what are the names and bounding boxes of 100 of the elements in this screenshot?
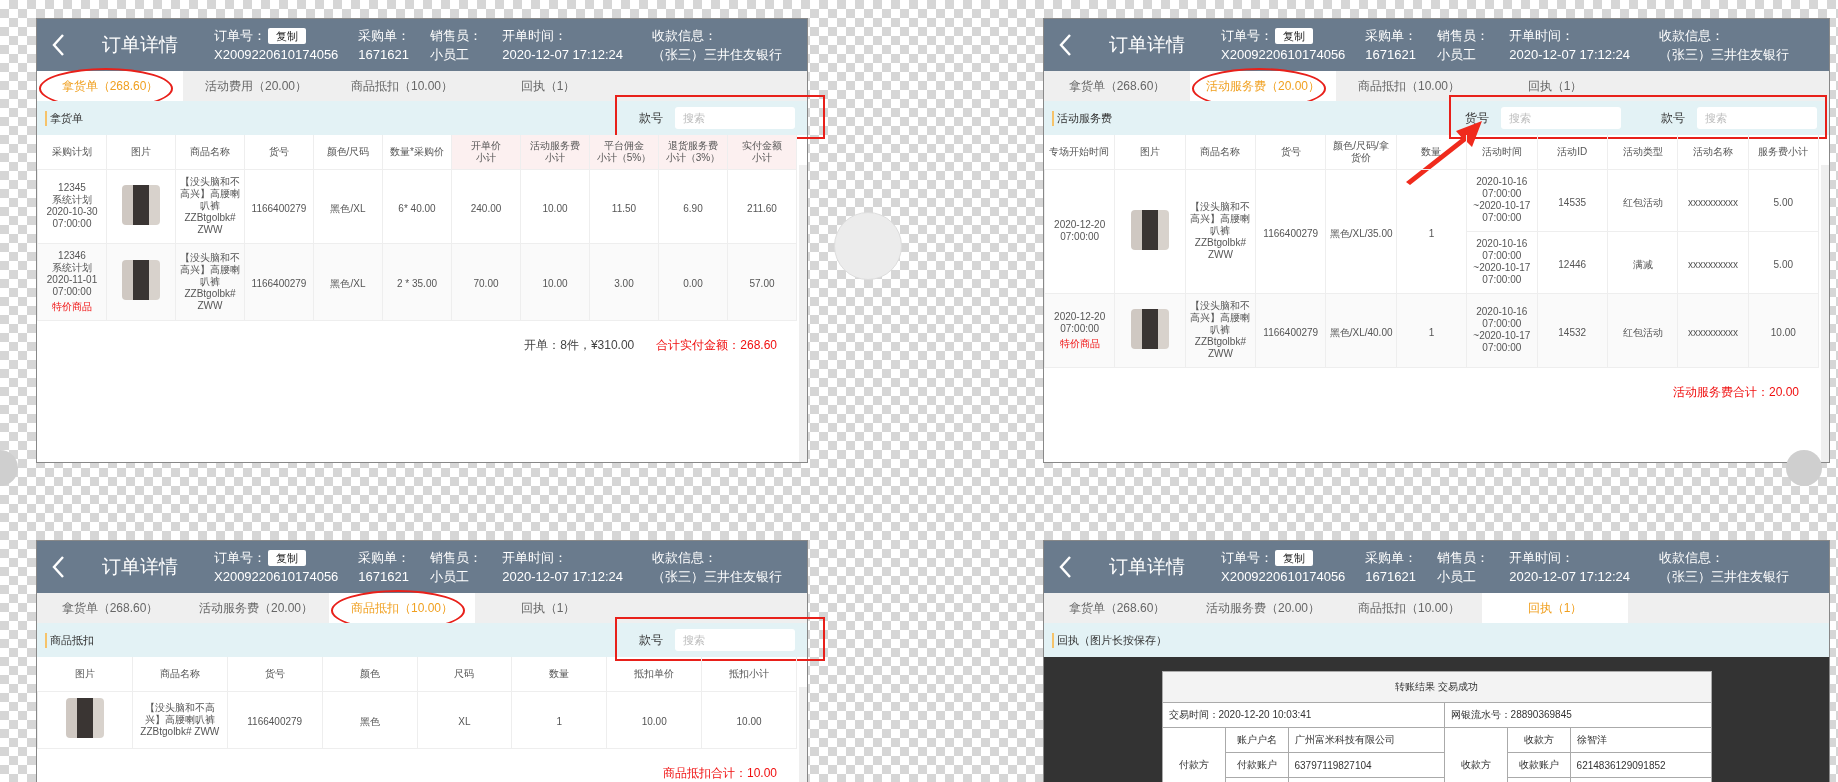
- table-cell: 2020-10-16 07:00:00 ~2020-10-17 07:00:00: [1473, 176, 1531, 224]
- header-field-label: 收款信息：: [652, 549, 719, 566]
- header-field-label: 销售员：: [1437, 27, 1490, 44]
- header-field-label: 收款信息：: [1659, 549, 1726, 566]
- column-header: 颜色/尺码: [313, 135, 383, 170]
- table-cell: 1166400279: [251, 202, 307, 215]
- tab[interactable]: 商品抵扣（10.00）: [1336, 593, 1482, 623]
- table-cell: 12346 系统计划 2020-11-01 07:00:00: [46, 250, 98, 298]
- special-price-tag: 特价商品: [52, 300, 92, 314]
- column-header: 专场开始时间: [1044, 135, 1115, 170]
- column-header: 活动时间: [1466, 135, 1537, 170]
- column-header: 活动服务费 小计: [520, 135, 590, 170]
- table-cell: 3.00: [614, 278, 634, 290]
- table-cell: 2 * 35.00: [396, 278, 437, 290]
- copy-button[interactable]: 复制: [268, 27, 306, 44]
- column-header: 商品名称: [175, 135, 245, 170]
- header-field-label: 开单时间：: [502, 27, 569, 44]
- table-cell: 12345 系统计划 2020-10-30 07:00:00: [46, 182, 98, 230]
- search-field[interactable]: 搜索: [1501, 107, 1621, 129]
- order-number-label: 订单号：: [214, 549, 266, 566]
- total-text: 活动服务费合计：20.00: [1672, 384, 1799, 401]
- back-icon[interactable]: [1058, 555, 1072, 579]
- order-number: X2009220610174056: [214, 568, 339, 585]
- table-cell: 11.50: [611, 202, 637, 215]
- table-cell-text: 【没头脑和不高兴】高腰喇叭裤ZZBtgolbk# ZWW: [1189, 300, 1252, 360]
- header-field-value: 小员工: [1437, 568, 1478, 585]
- table-cell: 57.00: [749, 278, 775, 290]
- copy-button[interactable]: 复制: [268, 549, 306, 566]
- header-field-value: 1671621: [358, 46, 410, 63]
- header-field-value: 2020-12-07 17:12:24: [502, 568, 625, 585]
- column-header: 商品名称: [132, 657, 228, 692]
- header-field-label: 开单时间：: [1509, 549, 1576, 566]
- back-icon[interactable]: [51, 555, 65, 579]
- table-cell: 1166400279: [247, 716, 303, 728]
- receipt-field-label: 账户户名: [1236, 734, 1277, 745]
- section-title: 商品抵扣: [45, 632, 94, 648]
- order-number: X2009220610174056: [214, 46, 339, 63]
- search-field[interactable]: 搜索: [675, 107, 795, 129]
- tab[interactable]: 拿货单（268.60）: [1044, 71, 1190, 101]
- column-header: 活动ID: [1537, 135, 1608, 170]
- receipt-field-label: 付款账户: [1236, 759, 1277, 770]
- header-field-label: 开单时间：: [1509, 27, 1576, 44]
- back-icon[interactable]: [51, 33, 65, 57]
- header-field-value: 小员工: [430, 568, 471, 585]
- table-cell: 黑色/XL: [330, 278, 366, 290]
- table-cell: 1166400279: [1263, 227, 1319, 240]
- home-button-icon: [834, 212, 902, 280]
- product-photo-placeholder: [122, 184, 160, 225]
- header-field-value: 2020-12-07 17:12:24: [502, 46, 625, 63]
- section-title: 拿货单: [45, 110, 83, 126]
- column-header: 服务费小计: [1748, 135, 1819, 170]
- header-field-label: 采购单：: [358, 549, 411, 566]
- column-header: 颜色/尺码/拿货价: [1325, 135, 1397, 170]
- tab[interactable]: 商品抵扣（10.00）: [1336, 71, 1482, 101]
- table-cell: 6.90: [683, 202, 703, 215]
- copy-button[interactable]: 复制: [1275, 27, 1313, 44]
- order-number: X2009220610174056: [1221, 46, 1346, 63]
- tab[interactable]: 活动服务费（20.00）: [1190, 593, 1336, 623]
- receipt-title: 转账结果 交易成功: [1395, 681, 1478, 692]
- table-cell: 10.00: [542, 278, 568, 290]
- header-field-value: （张三）三井住友银行: [1659, 46, 1790, 63]
- tab[interactable]: 回执（1）: [475, 71, 621, 101]
- column-header: 图片: [37, 657, 133, 692]
- section-title: 回执（图片长按保存）: [1052, 632, 1167, 648]
- table-cell: 240.00: [470, 202, 502, 215]
- tab[interactable]: 活动服务费（20.00）: [183, 593, 329, 623]
- column-header: 货号: [227, 657, 323, 692]
- tab[interactable]: 商品抵扣（10.00）: [329, 71, 475, 101]
- total-text: 开单：8件，¥310.00: [524, 337, 635, 354]
- column-header: 图片: [106, 135, 176, 170]
- column-header: 退货服务费 小计（3%）: [658, 135, 728, 170]
- tab[interactable]: 回执（1）: [1482, 71, 1628, 101]
- table-cell: 14532: [1558, 326, 1587, 339]
- copy-button[interactable]: 复制: [1275, 549, 1313, 566]
- table-cell: 0.00: [683, 278, 703, 290]
- party-label: 付款方: [1178, 759, 1209, 770]
- table-cell: 10.00: [736, 716, 762, 728]
- table-cell: 满减: [1632, 258, 1653, 271]
- table-cell: XL: [458, 716, 471, 728]
- product-photo-placeholder: [65, 698, 104, 738]
- header-field-label: 采购单：: [358, 27, 411, 44]
- search-field[interactable]: 搜索: [675, 629, 795, 651]
- header-field-label: 采购单：: [1365, 27, 1418, 44]
- search-field[interactable]: 搜索: [1697, 107, 1817, 129]
- receipt-field-value: 63797119827104: [1294, 759, 1372, 771]
- column-header: 采购计划: [37, 135, 107, 170]
- back-icon[interactable]: [1058, 33, 1072, 57]
- order-number-label: 订单号：: [1221, 27, 1273, 44]
- tab[interactable]: 回执（1）: [475, 593, 621, 623]
- header-field-value: 1671621: [1365, 46, 1417, 63]
- column-header: 图片: [1114, 135, 1186, 170]
- header-field-value: （张三）三井住友银行: [652, 46, 783, 63]
- tab[interactable]: 活动费用（20.00）: [183, 71, 329, 101]
- column-header: 货号: [1255, 135, 1326, 170]
- column-header: 活动类型: [1607, 135, 1678, 170]
- tab[interactable]: 拿货单（268.60）: [1044, 593, 1190, 623]
- receipt-field-value: 广州富米科技有限公司: [1294, 734, 1395, 745]
- header-field-value: 1671621: [1365, 568, 1417, 585]
- table-cell: 1: [1428, 227, 1435, 240]
- tab[interactable]: 拿货单（268.60）: [37, 593, 183, 623]
